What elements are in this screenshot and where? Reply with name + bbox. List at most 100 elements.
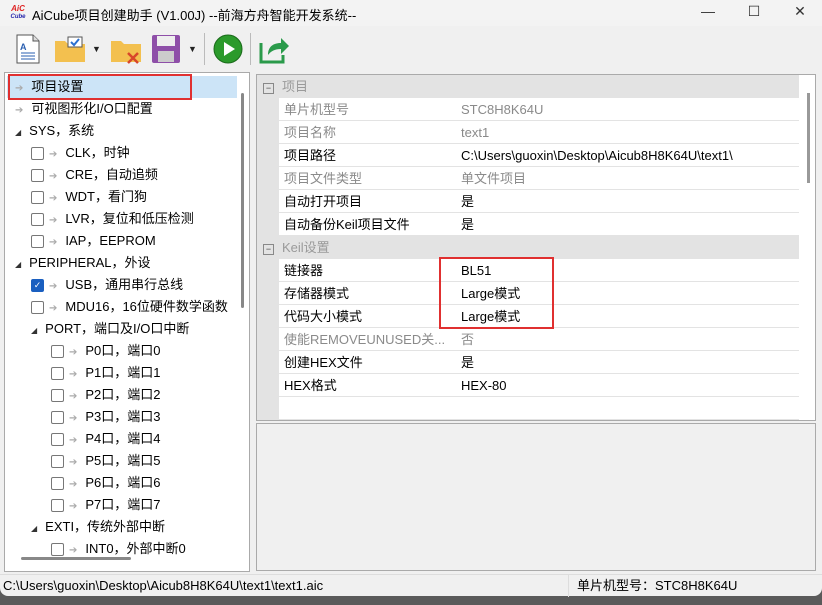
property-value[interactable]: 否	[456, 328, 804, 350]
checkbox[interactable]	[31, 213, 44, 227]
property-value[interactable]: HEX-80	[456, 374, 804, 396]
property-row[interactable]: 项目名称 text1	[257, 121, 804, 144]
property-value[interactable]: 是	[456, 213, 804, 235]
property-value[interactable]: 单文件项目	[456, 167, 804, 189]
tree-item[interactable]: ➔ LVR，复位和低压检测	[31, 208, 194, 230]
property-row[interactable]: 项目文件类型 单文件项目	[257, 167, 804, 190]
svg-text:A: A	[20, 42, 27, 52]
tree-item[interactable]: ➔ 可视图形化I/O口配置	[15, 98, 153, 120]
property-scrollbar[interactable]	[807, 93, 810, 183]
tree-item[interactable]: ➔ P0口，端口0	[51, 340, 161, 362]
tree-horizontal-scrollbar[interactable]	[21, 557, 131, 560]
checkbox[interactable]	[51, 389, 64, 403]
tree-vertical-scrollbar[interactable]	[241, 93, 244, 308]
close-project-icon[interactable]	[110, 33, 142, 65]
status-bar: C:\Users\guoxin\Desktop\Aicub8H8K64U\tex…	[0, 574, 822, 597]
tree-item[interactable]: ◢ SYS，系统	[15, 120, 94, 142]
property-row[interactable]: 创建HEX文件是	[257, 351, 804, 374]
property-row[interactable]: 使能REMOVEUNUSED关... 否	[257, 328, 804, 351]
property-row[interactable]: 自动备份Keil项目文件是	[257, 213, 804, 236]
expand-triangle-icon[interactable]: ◢	[31, 524, 37, 533]
checkbox[interactable]	[31, 169, 44, 183]
description-panel	[256, 423, 816, 571]
tree-item[interactable]: ➔ P6口，端口6	[51, 472, 161, 494]
property-row[interactable]: 自动打开项目是	[257, 190, 804, 213]
tree-item[interactable]: ➔ P4口，端口4	[51, 428, 161, 450]
category-project[interactable]: − 项目	[257, 75, 799, 98]
run-icon[interactable]	[212, 33, 244, 65]
tree-item[interactable]: ➔ P2口，端口2	[51, 384, 161, 406]
checkbox[interactable]	[51, 477, 64, 491]
arrow-icon: ➔	[69, 369, 78, 380]
expand-triangle-icon[interactable]: ◢	[15, 128, 21, 137]
tree-item-label: P3口，端口3	[85, 409, 161, 424]
checkbox[interactable]	[51, 455, 64, 469]
tree-item-label: P7口，端口7	[85, 497, 161, 512]
status-chip: 单片机型号：STC8H8K64U	[568, 575, 737, 597]
checkbox[interactable]	[31, 191, 44, 205]
property-value[interactable]: C:\Users\guoxin\Desktop\Aicub8H8K64U\tex…	[456, 144, 804, 166]
tree-item-label: LVR，复位和低压检测	[65, 211, 194, 226]
tree-item[interactable]: ◢ PERIPHERAL，外设	[15, 252, 151, 274]
property-row[interactable]: HEX格式 HEX-80	[257, 374, 804, 397]
checkbox[interactable]	[31, 301, 44, 315]
arrow-icon: ➔	[69, 347, 78, 358]
property-name: 链接器	[279, 259, 460, 281]
tree-item-label: P0口，端口0	[85, 343, 161, 358]
tree-item[interactable]: ➔ P5口，端口5	[51, 450, 161, 472]
tree-item-label: INT0，外部中断0	[85, 541, 186, 556]
open-dropdown-arrow[interactable]: ▼	[92, 44, 101, 54]
arrow-icon: ➔	[49, 193, 58, 204]
property-row[interactable]: 单片机型号 STC8H8K64U	[257, 98, 804, 121]
property-value[interactable]: STC8H8K64U	[456, 98, 804, 120]
checkbox[interactable]	[51, 499, 64, 513]
tree-item[interactable]: ✓ ➔ USB，通用串行总线	[31, 274, 183, 296]
checkbox[interactable]	[31, 147, 44, 161]
open-project-icon[interactable]	[54, 33, 86, 65]
export-icon[interactable]	[258, 33, 290, 65]
tree-item[interactable]: ➔ P7口，端口7	[51, 494, 161, 516]
expand-triangle-icon[interactable]: ◢	[31, 326, 37, 335]
category-keil[interactable]: − Keil设置	[257, 236, 799, 259]
checkbox[interactable]	[51, 543, 64, 557]
tree-item-label: PERIPHERAL，外设	[29, 255, 151, 270]
toolbar-separator	[204, 33, 205, 65]
collapse-icon[interactable]: −	[263, 244, 274, 255]
arrow-icon: ➔	[69, 391, 78, 402]
checkbox[interactable]	[51, 433, 64, 447]
toolbar: A ▼ ▼	[0, 28, 822, 70]
save-icon[interactable]	[150, 33, 182, 65]
checkbox[interactable]	[31, 235, 44, 249]
new-document-icon[interactable]: A	[12, 33, 44, 65]
tree-item[interactable]: ➔ P3口，端口3	[51, 406, 161, 428]
tree-item[interactable]: ➔ MDU16，16位硬件数学函数	[31, 296, 228, 318]
checkbox[interactable]	[51, 367, 64, 381]
expand-triangle-icon[interactable]: ◢	[15, 260, 21, 269]
checkbox[interactable]: ✓	[31, 279, 44, 293]
property-row[interactable]: 项目路径 C:\Users\guoxin\Desktop\Aicub8H8K64U…	[257, 144, 804, 167]
checkbox[interactable]	[51, 345, 64, 359]
property-value[interactable]: 是	[456, 190, 804, 212]
tree-item-label: P5口，端口5	[85, 453, 161, 468]
save-dropdown-arrow[interactable]: ▼	[188, 44, 197, 54]
checkbox[interactable]	[51, 411, 64, 425]
arrow-icon: ➔	[69, 413, 78, 424]
tree-item[interactable]: ➔ WDT，看门狗	[31, 186, 147, 208]
property-name: 代码大小模式	[279, 305, 460, 327]
tree-item[interactable]: ➔ CLK，时钟	[31, 142, 130, 164]
toolbar-separator	[250, 33, 251, 65]
collapse-icon[interactable]: −	[263, 83, 274, 94]
minimize-button[interactable]: —	[688, 3, 728, 19]
tree-item[interactable]: ➔ P1口，端口1	[51, 362, 161, 384]
tree-item[interactable]: ➔ CRE，自动追频	[31, 164, 158, 186]
maximize-button[interactable]: ☐	[734, 3, 774, 20]
tree-item[interactable]: ◢ EXTI，传统外部中断	[31, 516, 165, 538]
tree-item[interactable]: ➔ IAP，EEPROM	[31, 230, 156, 252]
status-path: C:\Users\guoxin\Desktop\Aicub8H8K64U\tex…	[3, 578, 324, 593]
logo-subtext: Cube	[10, 14, 26, 20]
property-value[interactable]: 是	[456, 351, 804, 373]
property-value[interactable]: text1	[456, 121, 804, 143]
close-button[interactable]: ✕	[780, 3, 820, 20]
tree-item[interactable]: ◢ PORT，端口及I/O口中断	[31, 318, 189, 340]
arrow-icon: ➔	[49, 149, 58, 160]
